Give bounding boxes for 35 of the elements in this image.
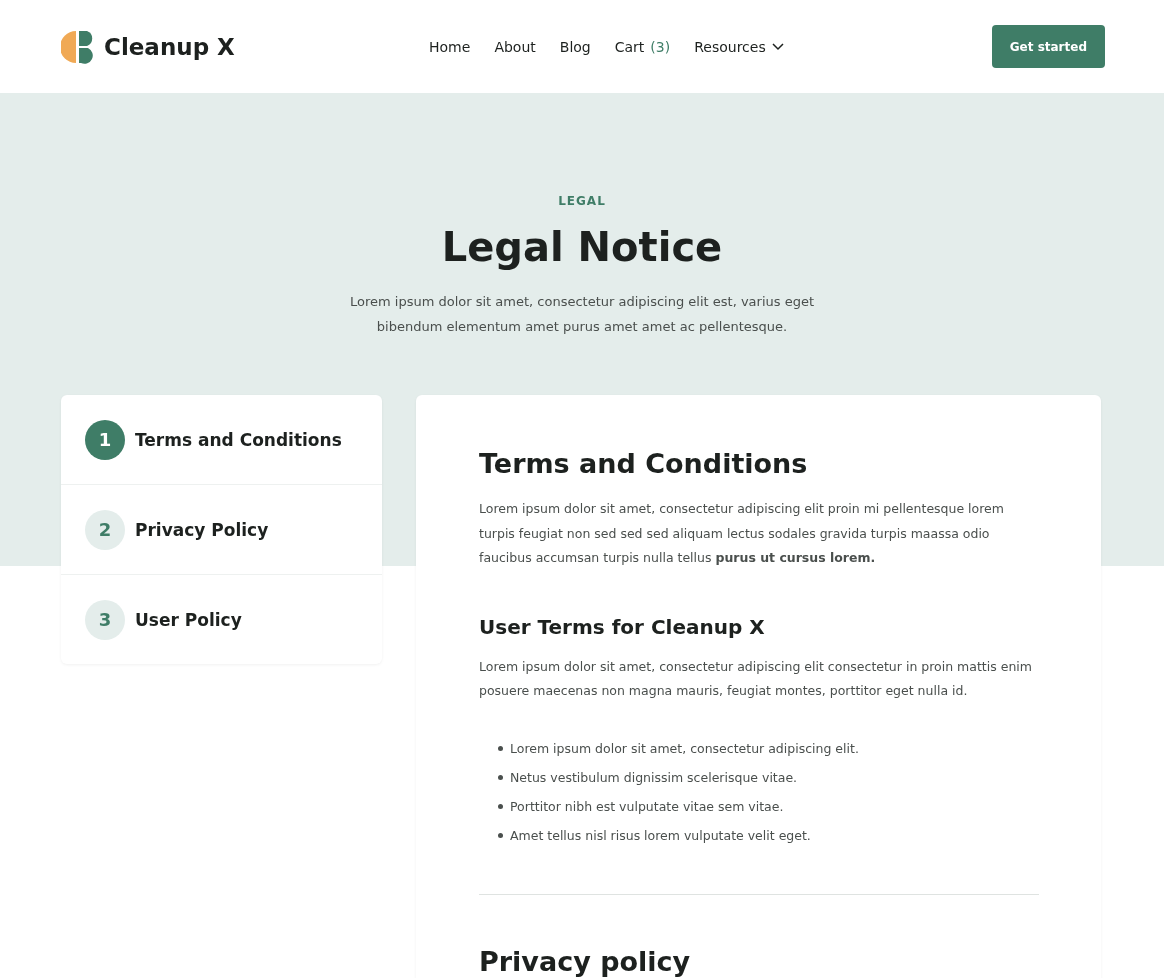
subsection-heading: User Terms for Cleanup X [479, 613, 766, 641]
page-subtitle: Lorem ipsum dolor sit amet, consectetur adipiscing elit est, varius eget bibendum elementum amet purus amet amet ac pellentesque. [348, 293, 816, 336]
step-item[interactable]: 3 User Policy [61, 575, 382, 664]
page-title: Legal Notice [440, 223, 724, 272]
step-number: 3 [85, 599, 125, 640]
paragraph: Lorem ipsum dolor sit amet, consectetur adipiscing elit proin mi pellentesque lorem turpis feugiat non sed sed sed aliquam lectus sodales gravida turpis maassa odio faucibus accumsan turpis nulla tellus purus ut cursus lorem. [479, 500, 1005, 567]
section-heading: Terms and Conditions [479, 447, 809, 481]
bullet-icon [498, 774, 503, 780]
bullet-icon [498, 745, 503, 751]
step-item[interactable]: 1 Terms and Conditions [61, 395, 382, 485]
step-label: Privacy Policy [135, 519, 269, 540]
bullet-icon [498, 803, 503, 809]
list-item: Netus vestibulum dignissim scelerisque vitae. [510, 769, 798, 785]
nav-link[interactable]: About [494, 38, 536, 55]
get-started-button[interactable]: Get started [991, 25, 1105, 68]
nav-link[interactable]: Blog [559, 38, 591, 55]
logo[interactable]: Cleanup X [61, 29, 321, 64]
logo-text: Cleanup X [104, 33, 235, 60]
step-item[interactable]: 2 Privacy Policy [61, 485, 382, 575]
step-number: 2 [85, 509, 125, 550]
nav-link[interactable]: Home [429, 38, 471, 55]
chevron-down-icon [771, 42, 784, 51]
list-item: Porttitor nibh est vulputate vitae sem vitae. [510, 798, 784, 814]
list-item: Lorem ipsum dolor sit amet, consectetur adipiscing elit. [510, 740, 859, 756]
step-label: User Policy [135, 609, 242, 630]
logo-icon [61, 29, 95, 64]
list-item: Amet tellus nisl risus lorem vulputate velit eget. [510, 827, 811, 843]
bullet-icon [498, 832, 503, 838]
step-label: Terms and Conditions [135, 429, 342, 450]
paragraph: Lorem ipsum dolor sit amet, consectetur adipiscing elit consectetur in proin mattis enim posuere maecenas non magna mauris, feugiat montes, porttitor eget nulla id. [479, 657, 1033, 700]
step-number: 1 [85, 419, 125, 460]
nav-link[interactable]: Cart (3) [614, 38, 671, 55]
nav-dropdown[interactable]: Resources [694, 38, 784, 55]
section-heading: Privacy policy [479, 944, 692, 978]
eyebrow-label: LEGAL [557, 193, 607, 209]
